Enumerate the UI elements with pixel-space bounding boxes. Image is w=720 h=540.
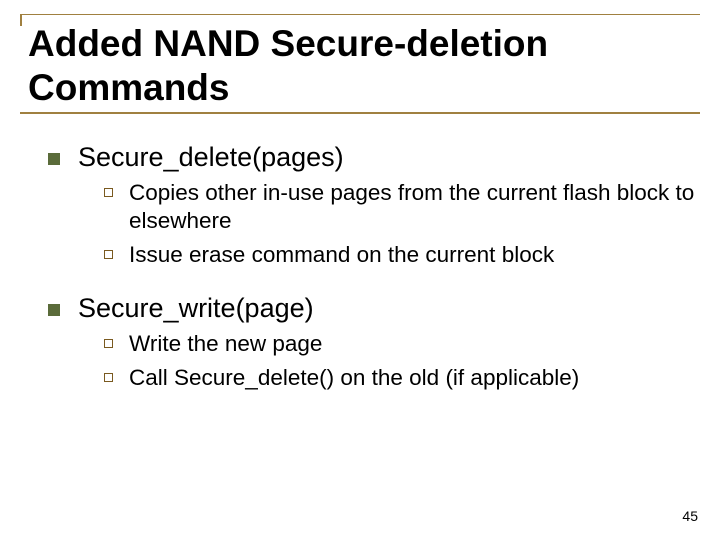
list-item-label: Secure_delete(pages) [78,142,698,173]
page-number: 45 [682,508,698,524]
list-item-label: Secure_write(page) [78,293,698,324]
square-bullet-icon [48,304,60,316]
list-item: Secure_delete(pages) [48,142,698,173]
hollow-square-bullet-icon [104,339,113,348]
title-rule-tick [20,14,22,26]
slide-title: Added NAND Secure-deletion Commands [28,22,698,109]
slide: Added NAND Secure-deletion Commands Secu… [0,0,720,540]
title-rule-bottom [20,112,700,114]
list-subitem: Call Secure_delete() on the old (if appl… [104,364,698,392]
square-bullet-icon [48,153,60,165]
title-rule-top [20,14,700,15]
list-subitem-label: Call Secure_delete() on the old (if appl… [129,364,698,392]
list-item: Secure_write(page) [48,293,698,324]
list-subitem-label: Copies other in-use pages from the curre… [129,179,698,235]
hollow-square-bullet-icon [104,188,113,197]
hollow-square-bullet-icon [104,250,113,259]
list-subitem-label: Write the new page [129,330,698,358]
list-subitem: Issue erase command on the current block [104,241,698,269]
list-subitem-label: Issue erase command on the current block [129,241,698,269]
list-subitem: Copies other in-use pages from the curre… [104,179,698,235]
slide-body: Secure_delete(pages) Copies other in-use… [28,130,698,395]
list-subitem: Write the new page [104,330,698,358]
hollow-square-bullet-icon [104,373,113,382]
